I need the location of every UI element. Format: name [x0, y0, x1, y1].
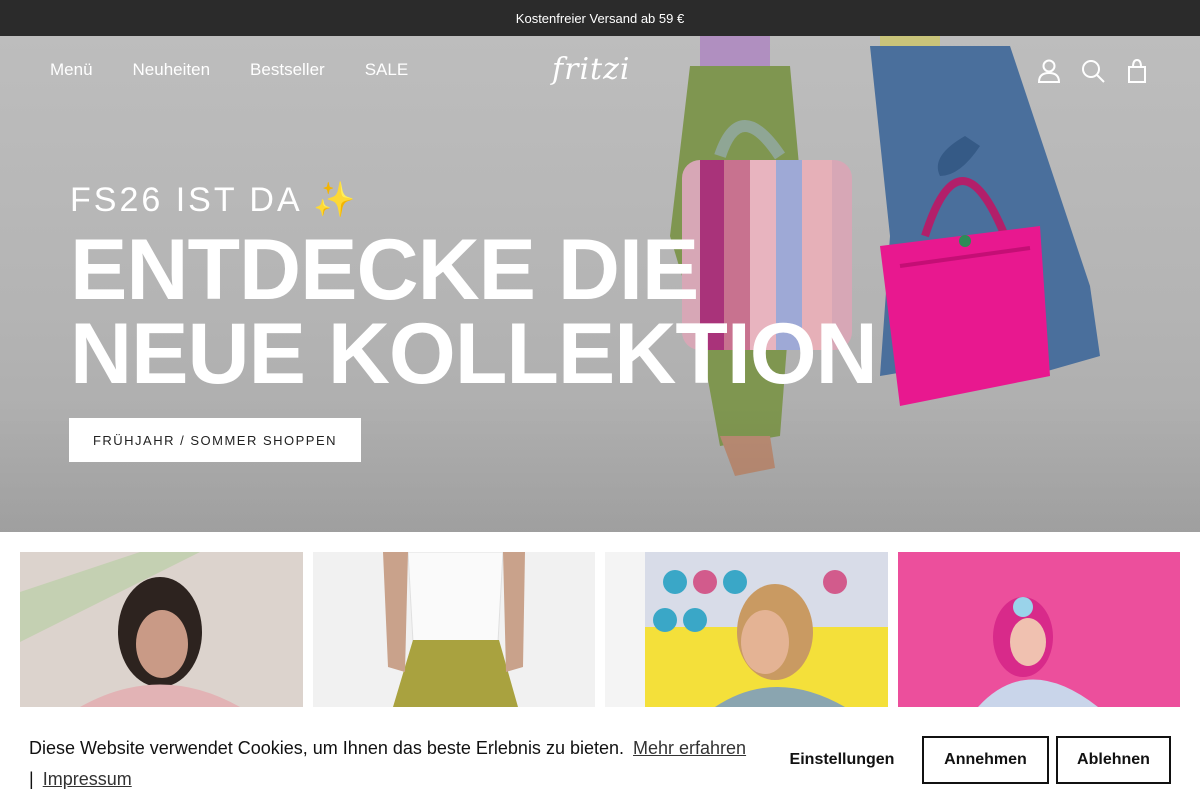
cookie-text: Diese Website verwendet Cookies, um Ihne… [29, 738, 624, 758]
category-tile-2[interactable] [312, 552, 595, 707]
cookie-banner: Diese Website verwendet Cookies, um Ihne… [0, 707, 1200, 800]
tile-image-4 [897, 552, 1180, 707]
nav-new-link[interactable]: Neuheiten [133, 60, 211, 80]
cookie-accept-button[interactable]: Annehmen [922, 736, 1049, 784]
cookie-separator: | [29, 769, 34, 789]
nav-links: Menü Neuheiten Bestseller SALE [50, 60, 408, 80]
account-icon[interactable] [1036, 58, 1062, 84]
tile-image-2 [312, 552, 595, 707]
more-info-link[interactable]: Mehr erfahren [633, 738, 746, 758]
main-nav: Menü Neuheiten Bestseller SALE fritzi [0, 36, 1200, 106]
cookie-settings-button[interactable]: Einstellungen [772, 736, 912, 784]
hero-headline-line-2: NEUE KOLLEKTION [70, 306, 878, 402]
tile-image-1 [20, 552, 303, 707]
hero-eyebrow: FS26 IST DA ✨ [70, 181, 359, 219]
brand-logo[interactable]: fritzi [552, 52, 631, 87]
nav-sale-link[interactable]: SALE [365, 60, 408, 80]
announcement-bar: Kostenfreier Versand ab 59 € [0, 0, 1200, 36]
nav-icons [1036, 58, 1150, 84]
hero-headline-line-1: ENTDECKE DIE [70, 222, 699, 318]
category-tile-4[interactable] [897, 552, 1181, 707]
nav-bestseller-link[interactable]: Bestseller [250, 60, 325, 80]
nav-menu-link[interactable]: Menü [50, 60, 93, 80]
cookie-message: Diese Website verwendet Cookies, um Ihne… [29, 733, 759, 795]
category-tile-1[interactable] [20, 552, 303, 707]
hero-headline: ENTDECKE DIE NEUE KOLLEKTION [70, 222, 878, 402]
cookie-decline-button[interactable]: Ablehnen [1056, 736, 1171, 784]
hero-text-block: FS26 IST DA ✨ ENTDECKE DIE NEUE KOLLEKTI… [70, 180, 878, 402]
category-tiles [20, 552, 1180, 707]
search-icon[interactable] [1080, 58, 1106, 84]
cart-icon[interactable] [1124, 58, 1150, 84]
shop-collection-button[interactable]: FRÜHJAHR / SOMMER SHOPPEN [69, 418, 361, 462]
category-tile-3[interactable] [605, 552, 888, 707]
announcement-text: Kostenfreier Versand ab 59 € [515, 10, 685, 26]
tile-image-3 [605, 552, 888, 707]
imprint-link[interactable]: Impressum [43, 769, 132, 789]
